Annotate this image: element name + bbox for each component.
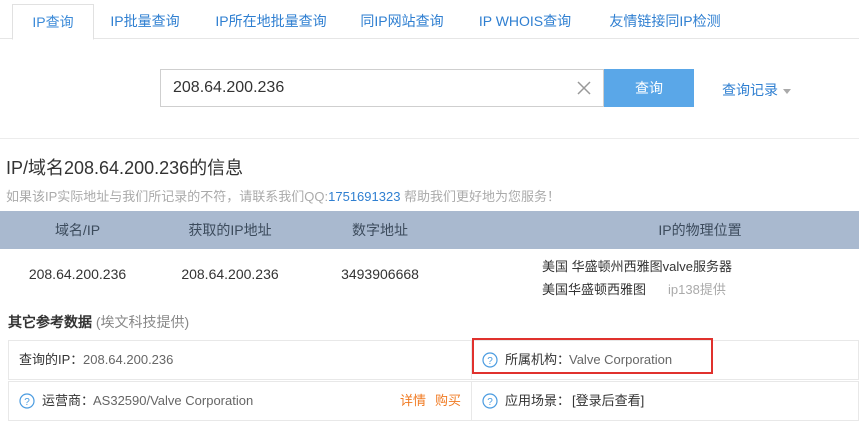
svg-text:?: ?: [24, 397, 30, 408]
highlight-box: [472, 338, 713, 374]
help-icon[interactable]: ?: [482, 393, 498, 409]
isp-cell: ? 运营商： AS32590/Valve Corporation 详情 购买: [8, 381, 472, 421]
clear-icon[interactable]: [575, 79, 593, 97]
reference-grid: 查询的IP： 208.64.200.236 ? 所属机构： Valve Corp…: [8, 340, 859, 422]
isp-value: AS32590/Valve Corporation: [93, 393, 254, 408]
page-title: IP/域名208.64.200.236的信息: [6, 158, 244, 178]
cell-numeric: 3493906668: [341, 266, 419, 282]
table-header: 域名/IP 获取的IP地址 数字地址 IP的物理位置: [0, 211, 859, 249]
reference-title-text: 其它参考数据: [8, 314, 92, 330]
scene-label: 应用场景：: [505, 393, 571, 408]
buy-link[interactable]: 购买: [435, 382, 461, 420]
location-line-1: 美国 华盛顿州西雅图valve服务器: [542, 259, 732, 274]
notice-prefix: 如果该IP实际地址与我们所记录的不符，请联系我们QQ:: [6, 189, 329, 204]
tab-same-ip-sites[interactable]: 同IP网站查询: [352, 4, 452, 38]
col-ip: 获取的IP地址: [188, 222, 272, 238]
chevron-down-icon: [783, 88, 791, 94]
col-location: IP的物理位置: [658, 222, 742, 238]
divider: [0, 138, 859, 139]
tab-friend-link-check[interactable]: 友情链接同IP检测: [600, 4, 730, 38]
tab-ip-whois[interactable]: IP WHOIS查询: [470, 4, 580, 38]
scene-cell: ? 应用场景： [登录后查看]: [471, 381, 859, 421]
notice-text: 如果该IP实际地址与我们所记录的不符，请联系我们QQ:1751691323 帮助…: [6, 186, 560, 205]
help-icon[interactable]: ?: [19, 393, 35, 409]
reference-title: 其它参考数据 (埃文科技提供): [8, 312, 189, 332]
cell-domain-ip: 208.64.200.236: [28, 266, 127, 282]
svg-text:?: ?: [487, 397, 493, 408]
cell-ip: 208.64.200.236: [181, 266, 279, 282]
tab-ip-query[interactable]: IP查询: [12, 4, 94, 40]
queried-ip-cell: 查询的IP： 208.64.200.236: [8, 340, 472, 380]
tab-ip-location-batch[interactable]: IP所在地批量查询: [206, 4, 336, 38]
reference-subtitle: (埃文科技提供): [95, 314, 190, 330]
location-text: 美国华盛顿西雅图: [542, 282, 647, 297]
queried-ip-label: 查询的IP：: [19, 352, 84, 367]
col-numeric: 数字地址: [352, 222, 408, 238]
qq-link[interactable]: 1751691323: [328, 189, 400, 204]
col-domain-ip: 域名/IP: [54, 222, 101, 238]
location-line-2: 美国华盛顿西雅图 ip138提供: [542, 279, 726, 298]
scene-value[interactable]: [登录后查看]: [572, 382, 644, 420]
details-link[interactable]: 详情: [400, 382, 426, 420]
notice-suffix: 帮助我们更好地为您服务！: [400, 189, 561, 204]
query-button[interactable]: 查询: [604, 69, 694, 107]
tab-ip-batch-query[interactable]: IP批量查询: [100, 4, 190, 38]
tab-bar: IP查询 IP批量查询 IP所在地批量查询 同IP网站查询 IP WHOIS查询…: [0, 0, 859, 40]
ip-search-input[interactable]: [161, 70, 585, 106]
query-history-label: 查询记录: [722, 82, 778, 98]
isp-label: 运营商：: [42, 393, 95, 408]
query-history-dropdown[interactable]: 查询记录: [722, 80, 791, 100]
search-box: [160, 69, 604, 107]
location-source: ip138提供: [668, 282, 726, 297]
queried-ip-value: 208.64.200.236: [83, 352, 174, 367]
